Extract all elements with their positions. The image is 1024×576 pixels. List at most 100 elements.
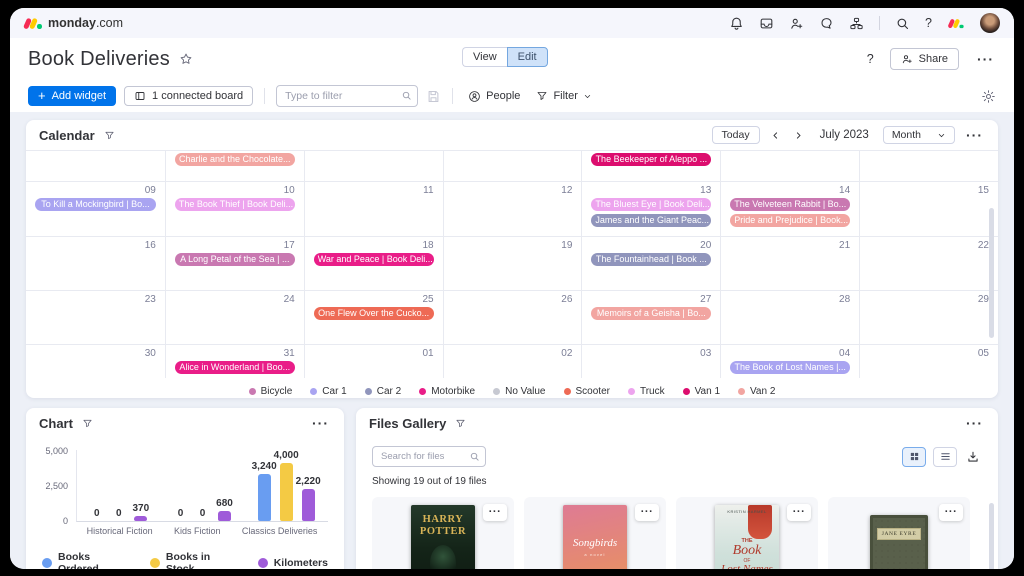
calendar-event[interactable]: A Long Petal of the Sea | ... (175, 253, 295, 266)
calendar-cell[interactable]: 11 (304, 182, 443, 236)
file-search-input[interactable] (372, 446, 486, 467)
calendar-cell[interactable]: 20The Fountainhead | Book ... (581, 237, 720, 290)
calendar-cell[interactable] (304, 151, 443, 181)
calendar-event[interactable]: One Flew Over the Cucko... (314, 307, 434, 320)
view-tab[interactable]: View (462, 47, 507, 67)
page-title[interactable]: Book Deliveries (28, 48, 170, 71)
filter-input[interactable] (276, 85, 418, 107)
list-view-button[interactable] (933, 447, 957, 467)
calendar-event[interactable]: The Velveteen Rabbit | Bo... (730, 198, 850, 211)
file-card[interactable]: Songbirdsa novelChristy (524, 497, 666, 569)
book-cover: HARRYPOTTER (411, 505, 475, 569)
calendar-cell[interactable]: 03 (581, 345, 720, 378)
inbox-icon[interactable] (759, 16, 774, 31)
calendar-cell[interactable]: 29 (859, 291, 998, 344)
calendar-event[interactable]: James and the Giant Peac... (591, 214, 711, 227)
calendar-cell[interactable]: 17A Long Petal of the Sea | ... (165, 237, 304, 290)
calendar-cell[interactable] (720, 151, 859, 181)
calendar-view-select[interactable]: Month (883, 126, 955, 144)
chart-filter-icon[interactable] (82, 418, 93, 429)
calendar-event[interactable]: War and Peace | Book Deli... (314, 253, 434, 266)
calendar-cell[interactable]: 21 (720, 237, 859, 290)
calendar-events (444, 151, 582, 153)
grid-view-button[interactable] (902, 447, 926, 467)
calendar-cell[interactable]: The Beekeeper of Aleppo ... (581, 151, 720, 181)
search-icon[interactable] (895, 16, 910, 31)
calendar-event[interactable]: The Book of Lost Names |... (730, 361, 850, 374)
legend-item: Motorbike (419, 386, 475, 397)
board-menu-icon[interactable] (975, 52, 996, 66)
notifications-bell-icon[interactable] (729, 16, 744, 31)
calendar-cell[interactable]: 31Alice in Wonderland | Boo... (165, 345, 304, 378)
edit-tab[interactable]: Edit (507, 47, 548, 67)
file-card[interactable]: KRISTIN HARMELTHEBookOFLost Names (676, 497, 818, 569)
connected-board-button[interactable]: 1 connected board (124, 86, 253, 106)
calendar-event[interactable]: Charlie and the Chocolate... (175, 153, 295, 166)
download-icon[interactable] (964, 448, 982, 466)
user-avatar[interactable] (980, 13, 1000, 33)
add-widget-button[interactable]: + Add widget (28, 86, 116, 106)
calendar-menu-icon[interactable] (964, 128, 985, 142)
prev-month-icon[interactable] (769, 128, 783, 142)
people-button[interactable]: People (464, 88, 524, 105)
file-menu-icon[interactable] (635, 504, 659, 521)
share-button[interactable]: Share (890, 48, 959, 70)
calendar-cell[interactable] (26, 151, 165, 181)
calendar-cell[interactable]: 27Memoirs of a Geisha | Bo... (581, 291, 720, 344)
calendar-cell[interactable]: 26 (443, 291, 582, 344)
calendar-event[interactable]: Pride and Prejudice | Book... (730, 214, 850, 227)
favorite-star-icon[interactable] (179, 52, 193, 66)
chart-menu-icon[interactable] (310, 416, 331, 430)
calendar-cell[interactable]: 14The Velveteen Rabbit | Bo...Pride and … (720, 182, 859, 236)
files-scrollbar[interactable] (989, 503, 994, 569)
invite-members-icon[interactable] (789, 16, 804, 31)
products-switcher-icon[interactable] (849, 16, 864, 31)
calendar-cell[interactable]: 04The Book of Lost Names |... (720, 345, 859, 378)
today-button[interactable]: Today (712, 126, 760, 144)
calendar-cell[interactable] (859, 151, 998, 181)
calendar-cell[interactable]: 22 (859, 237, 998, 290)
calendar-event[interactable]: Memoirs of a Geisha | Bo... (591, 307, 711, 320)
calendar-event[interactable]: Alice in Wonderland | Boo... (175, 361, 295, 374)
calendar-cell[interactable]: 09To Kill a Mockingbird | Bo... (26, 182, 165, 236)
board-help-icon[interactable]: ? (867, 52, 874, 66)
calendar-event[interactable]: The Fountainhead | Book ... (591, 253, 711, 266)
calendar-filter-icon[interactable] (104, 130, 115, 141)
calendar-cell[interactable]: 10The Book Thief | Book Deli... (165, 182, 304, 236)
files-filter-icon[interactable] (455, 418, 466, 429)
calendar-cell[interactable]: 24 (165, 291, 304, 344)
calendar-cell[interactable]: 01 (304, 345, 443, 378)
filter-button[interactable]: Filter (532, 88, 595, 104)
file-menu-icon[interactable] (483, 504, 507, 521)
settings-gear-icon[interactable] (981, 89, 996, 104)
file-menu-icon[interactable] (787, 504, 811, 521)
marketplace-icon[interactable] (819, 16, 834, 31)
calendar-cell[interactable]: 25One Flew Over the Cucko... (304, 291, 443, 344)
files-menu-icon[interactable] (964, 416, 985, 430)
calendar-date: 16 (26, 237, 165, 253)
calendar-event[interactable]: The Book Thief | Book Deli... (175, 198, 295, 211)
next-month-icon[interactable] (792, 128, 806, 142)
calendar-cell[interactable]: 15 (859, 182, 998, 236)
file-card[interactable]: HARRYPOTTER (372, 497, 514, 569)
calendar-cell[interactable]: 19 (443, 237, 582, 290)
calendar-cell[interactable]: 05 (859, 345, 998, 378)
calendar-cell[interactable] (443, 151, 582, 181)
calendar-cell[interactable]: 23 (26, 291, 165, 344)
help-icon[interactable]: ? (925, 16, 932, 30)
calendar-event[interactable]: To Kill a Mockingbird | Bo... (35, 198, 156, 211)
calendar-event[interactable]: The Bluest Eye | Book Deli... (591, 198, 711, 211)
monday-product-icon[interactable] (948, 17, 963, 30)
calendar-cell[interactable]: 12 (443, 182, 582, 236)
calendar-cell[interactable]: Charlie and the Chocolate... (165, 151, 304, 181)
calendar-cell[interactable]: 13The Bluest Eye | Book Deli...James and… (581, 182, 720, 236)
calendar-cell[interactable]: 28 (720, 291, 859, 344)
calendar-cell[interactable]: 02 (443, 345, 582, 378)
calendar-cell[interactable]: 16 (26, 237, 165, 290)
calendar-cell[interactable]: 18War and Peace | Book Deli... (304, 237, 443, 290)
calendar-scrollbar[interactable] (989, 208, 994, 338)
calendar-event[interactable]: The Beekeeper of Aleppo ... (591, 153, 711, 166)
calendar-cell[interactable]: 30 (26, 345, 165, 378)
file-menu-icon[interactable] (939, 504, 963, 521)
file-card[interactable]: JANE EYRE (828, 497, 970, 569)
